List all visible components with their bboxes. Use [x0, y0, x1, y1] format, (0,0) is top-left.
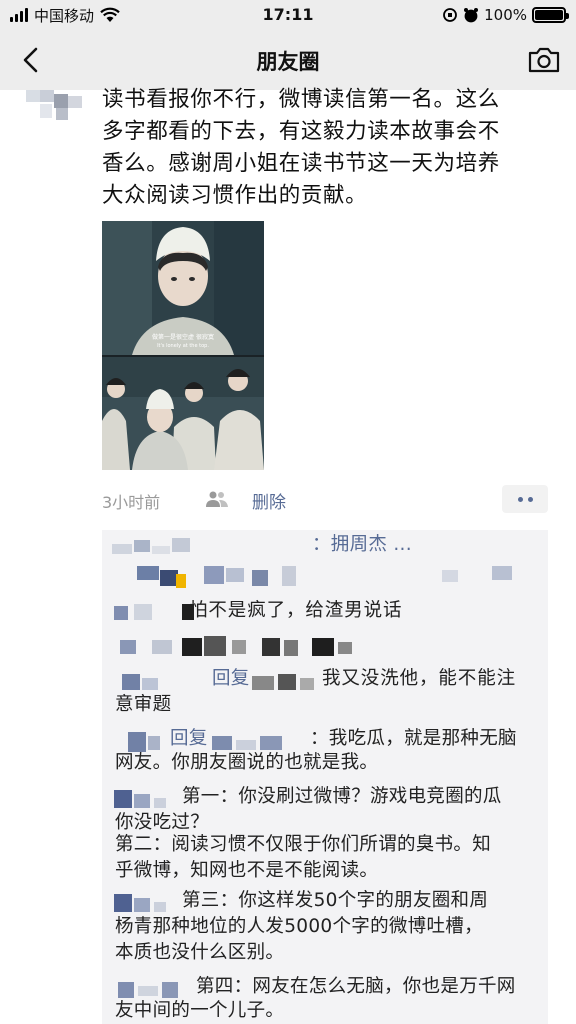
rotation-lock-icon [443, 8, 458, 22]
reply-label: 回复 [170, 728, 208, 749]
status-bar: 中国移动 17:11 100% [0, 0, 576, 30]
comment-text: 第二：阅读习惯不仅限于你们所谓的臭书。知 [115, 834, 492, 855]
delete-button[interactable]: 删除 [252, 488, 286, 513]
friends-icon [206, 491, 228, 507]
comment-text: 友中间的一个儿子。 [115, 1000, 285, 1021]
photo-illustration: 做第一是很空虚 很寂寞 It's lonely at the top. [102, 221, 264, 470]
post-line: 读书看报你不行，微博读信第一名。这么 [102, 87, 500, 112]
blurred-name [112, 978, 192, 1000]
reply-label: 回复 [212, 668, 250, 689]
post-line: 多字都看的下去，有这毅力读本故事会不 [102, 119, 500, 144]
blurred-name [112, 538, 212, 554]
status-right: 100% [442, 5, 569, 25]
blurred-name [112, 560, 522, 590]
post-line: 香么。感谢周小姐在读书节这一天为培养 [102, 151, 500, 176]
comment-text: 杨青那种地位的人发5000个字的微博吐槽， [115, 916, 483, 937]
comments-panel: ：拥周杰 ... 怕不是疯了，给渣男说话 回复 我又没洗他，能不能注 意审题 回… [102, 530, 548, 1024]
comment-text: 我又没洗他，能不能注 [322, 668, 517, 689]
alarm-icon [464, 8, 479, 23]
comment-text: 乎微博，知网也不是不能阅读。 [115, 860, 379, 881]
post-line: 大众阅读习惯作出的贡献。 [102, 183, 368, 208]
comment-author[interactable]: ：拥周杰 ... [312, 532, 412, 558]
blurred-name [112, 892, 182, 914]
blurred-name [112, 788, 182, 810]
more-button[interactable] [502, 485, 548, 513]
nav-bar: 朋友圈 [0, 30, 576, 90]
blurred-name [112, 670, 202, 694]
comment-text: 怕不是疯了，给渣男说话 [189, 600, 403, 621]
dot-icon [527, 496, 533, 502]
post-photo[interactable]: 做第一是很空虚 很寂寞 It's lonely at the top. [102, 221, 264, 470]
comment-text: 第四：网友在怎么无脑，你也是万千网 [196, 976, 516, 997]
comment-text: 网友。你朋友圈说的也就是我。 [115, 752, 379, 773]
avatar[interactable] [26, 90, 84, 120]
photo-subtitle: 做第一是很空虚 很寂寞 [152, 333, 214, 341]
post-meta: 3小时前 删除 [102, 485, 548, 515]
comment-text: 本质也没什么区别。 [115, 942, 285, 963]
camera-icon[interactable] [524, 42, 564, 78]
page-title: 朋友圈 [256, 50, 320, 74]
post-time: 3小时前 [102, 493, 161, 512]
photo-subtitle: It's lonely at the top. [157, 343, 209, 349]
comment-text: 意审题 [115, 694, 172, 715]
dot-icon [517, 496, 523, 502]
battery-icon [532, 7, 569, 23]
blurred-text [112, 634, 442, 660]
comment-text: 第三：你这样发50个字的朋友圈和周 [182, 890, 489, 911]
comment-text: ：我吃瓜，就是那种无脑 [310, 728, 517, 749]
battery-percent: 100% [484, 6, 527, 24]
post-text: 读书看报你不行，微博读信第一名。这么 多字都看的下去，有这毅力读本故事会不 香么… [102, 84, 552, 212]
comment-text: 第一：你没刷过微博？游戏电竞圈的瓜 [182, 786, 502, 807]
